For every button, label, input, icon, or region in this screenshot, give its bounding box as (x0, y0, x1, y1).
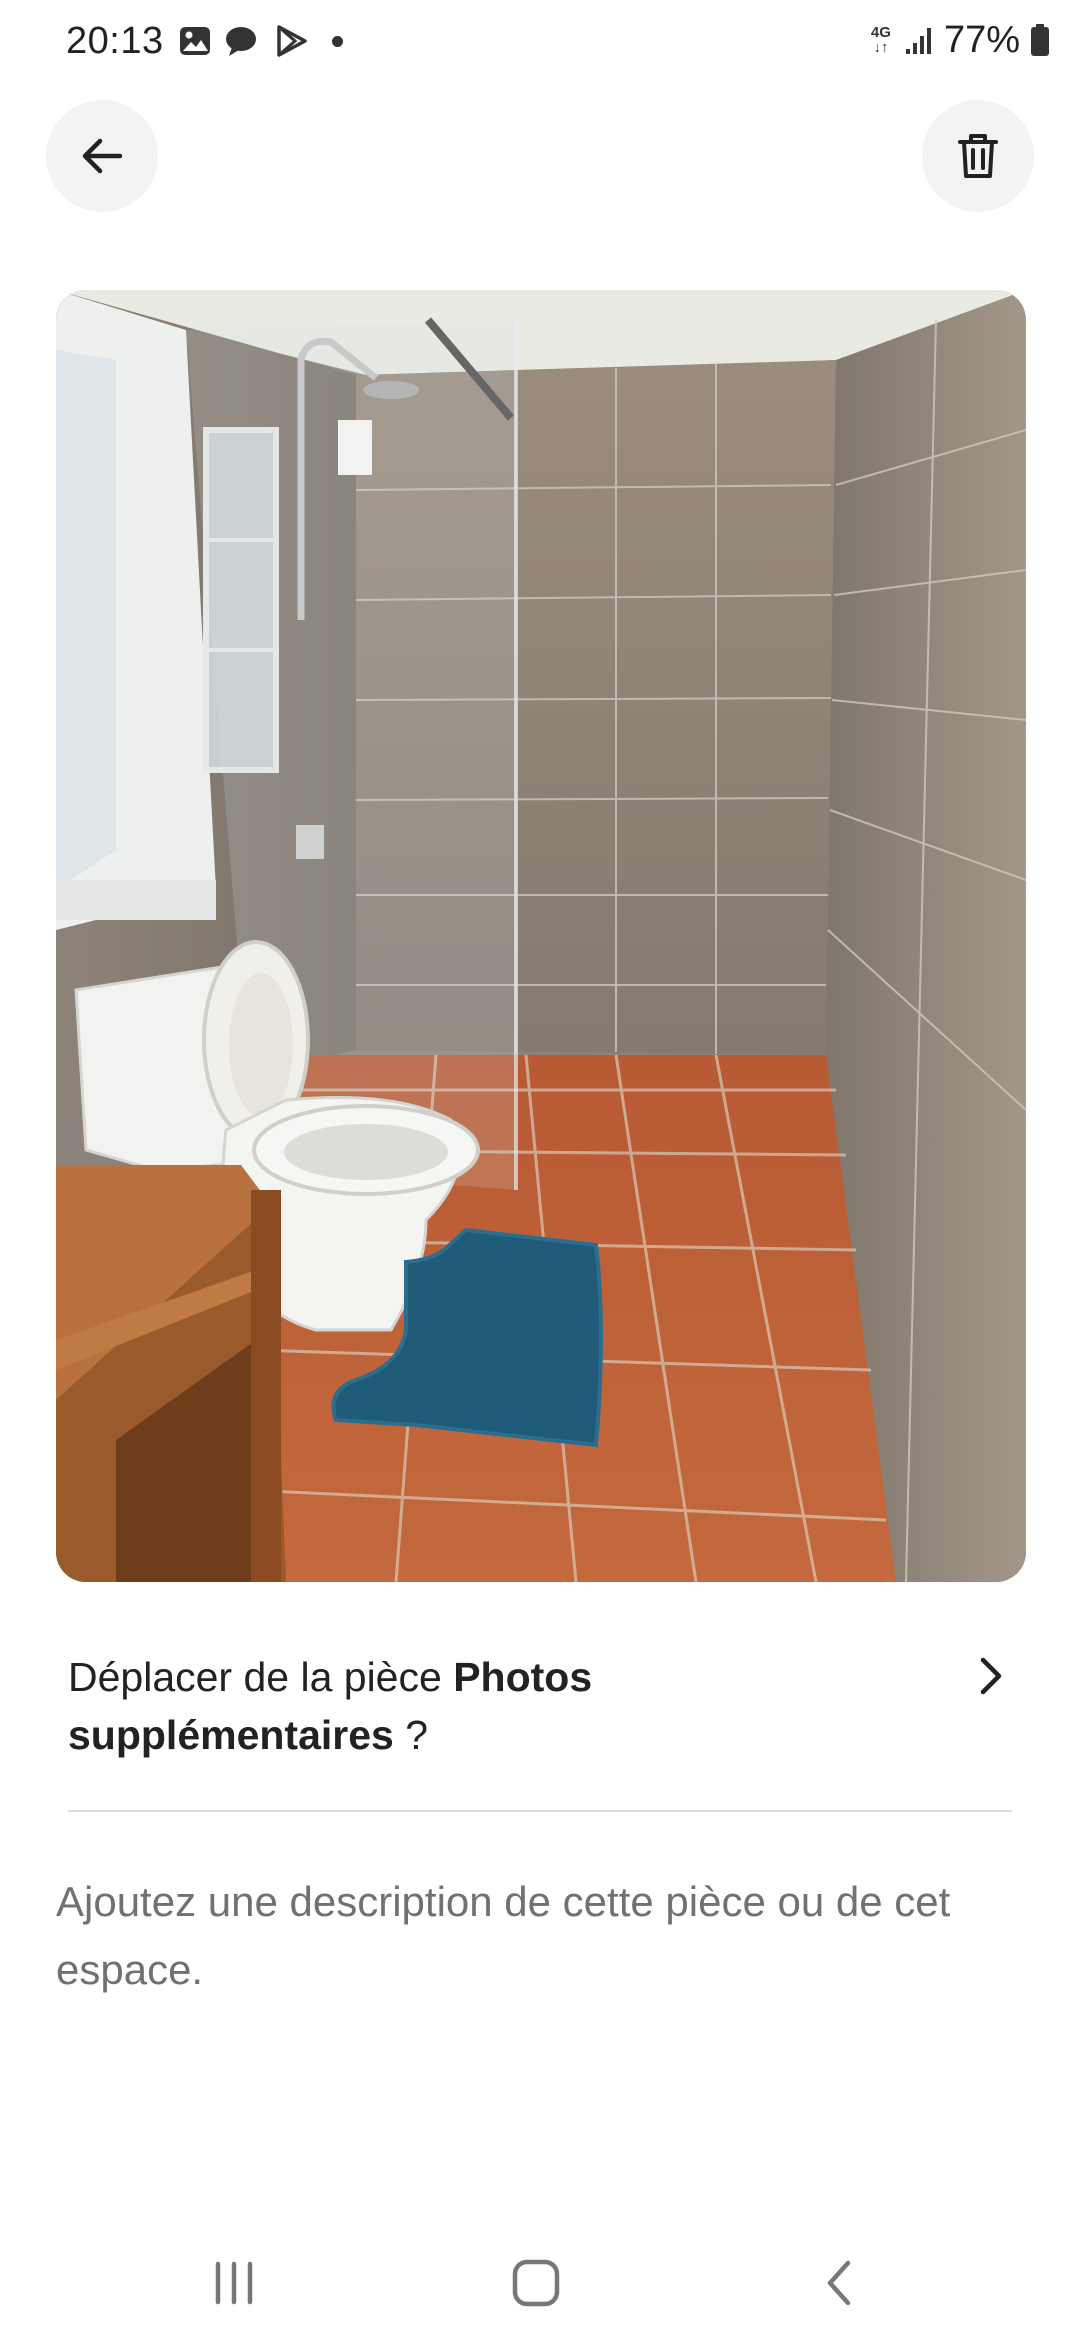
gallery-notification-icon (180, 27, 210, 55)
signal-icon (905, 28, 931, 54)
move-room-suffix: ? (393, 1712, 429, 1758)
nav-back-icon (827, 2260, 851, 2306)
move-room-row[interactable]: Déplacer de la pièce Photos supplémentai… (68, 1648, 1012, 1764)
move-room-prefix: Déplacer de la pièce (68, 1654, 454, 1700)
status-time: 20:13 (66, 20, 164, 62)
recents-icon (215, 2261, 253, 2305)
move-room-text: Déplacer de la pièce Photos supplémentai… (68, 1648, 888, 1764)
divider (68, 1810, 1012, 1812)
system-nav-bar (0, 2230, 1080, 2340)
status-bar: 20:13 4G ↓↑ 77% (0, 0, 1080, 84)
recents-button[interactable] (184, 2238, 284, 2328)
back-button[interactable] (46, 100, 158, 212)
description-input[interactable] (56, 1868, 1016, 2028)
battery-icon (1031, 24, 1049, 56)
more-notifications-dot (332, 36, 343, 47)
status-indicators: 4G ↓↑ 77% (868, 18, 1050, 62)
battery-percent: 77% (943, 18, 1020, 61)
chevron-right-icon (980, 1657, 1002, 1695)
network-label: 4G (870, 24, 891, 41)
network-arrows: ↓↑ (873, 39, 889, 56)
chat-notification-icon (226, 27, 256, 56)
nav-back-button[interactable] (790, 2238, 890, 2328)
delete-photo-button[interactable] (922, 100, 1034, 212)
bathroom-photo[interactable] (56, 290, 1026, 1582)
play-store-notification-icon (277, 25, 307, 57)
arrow-left-icon (82, 138, 123, 174)
network-type: 4G ↓↑ (868, 25, 894, 55)
home-button[interactable] (486, 2238, 586, 2328)
photo-illustration (56, 290, 1026, 1582)
trash-icon (958, 134, 998, 178)
home-icon (512, 2259, 560, 2307)
